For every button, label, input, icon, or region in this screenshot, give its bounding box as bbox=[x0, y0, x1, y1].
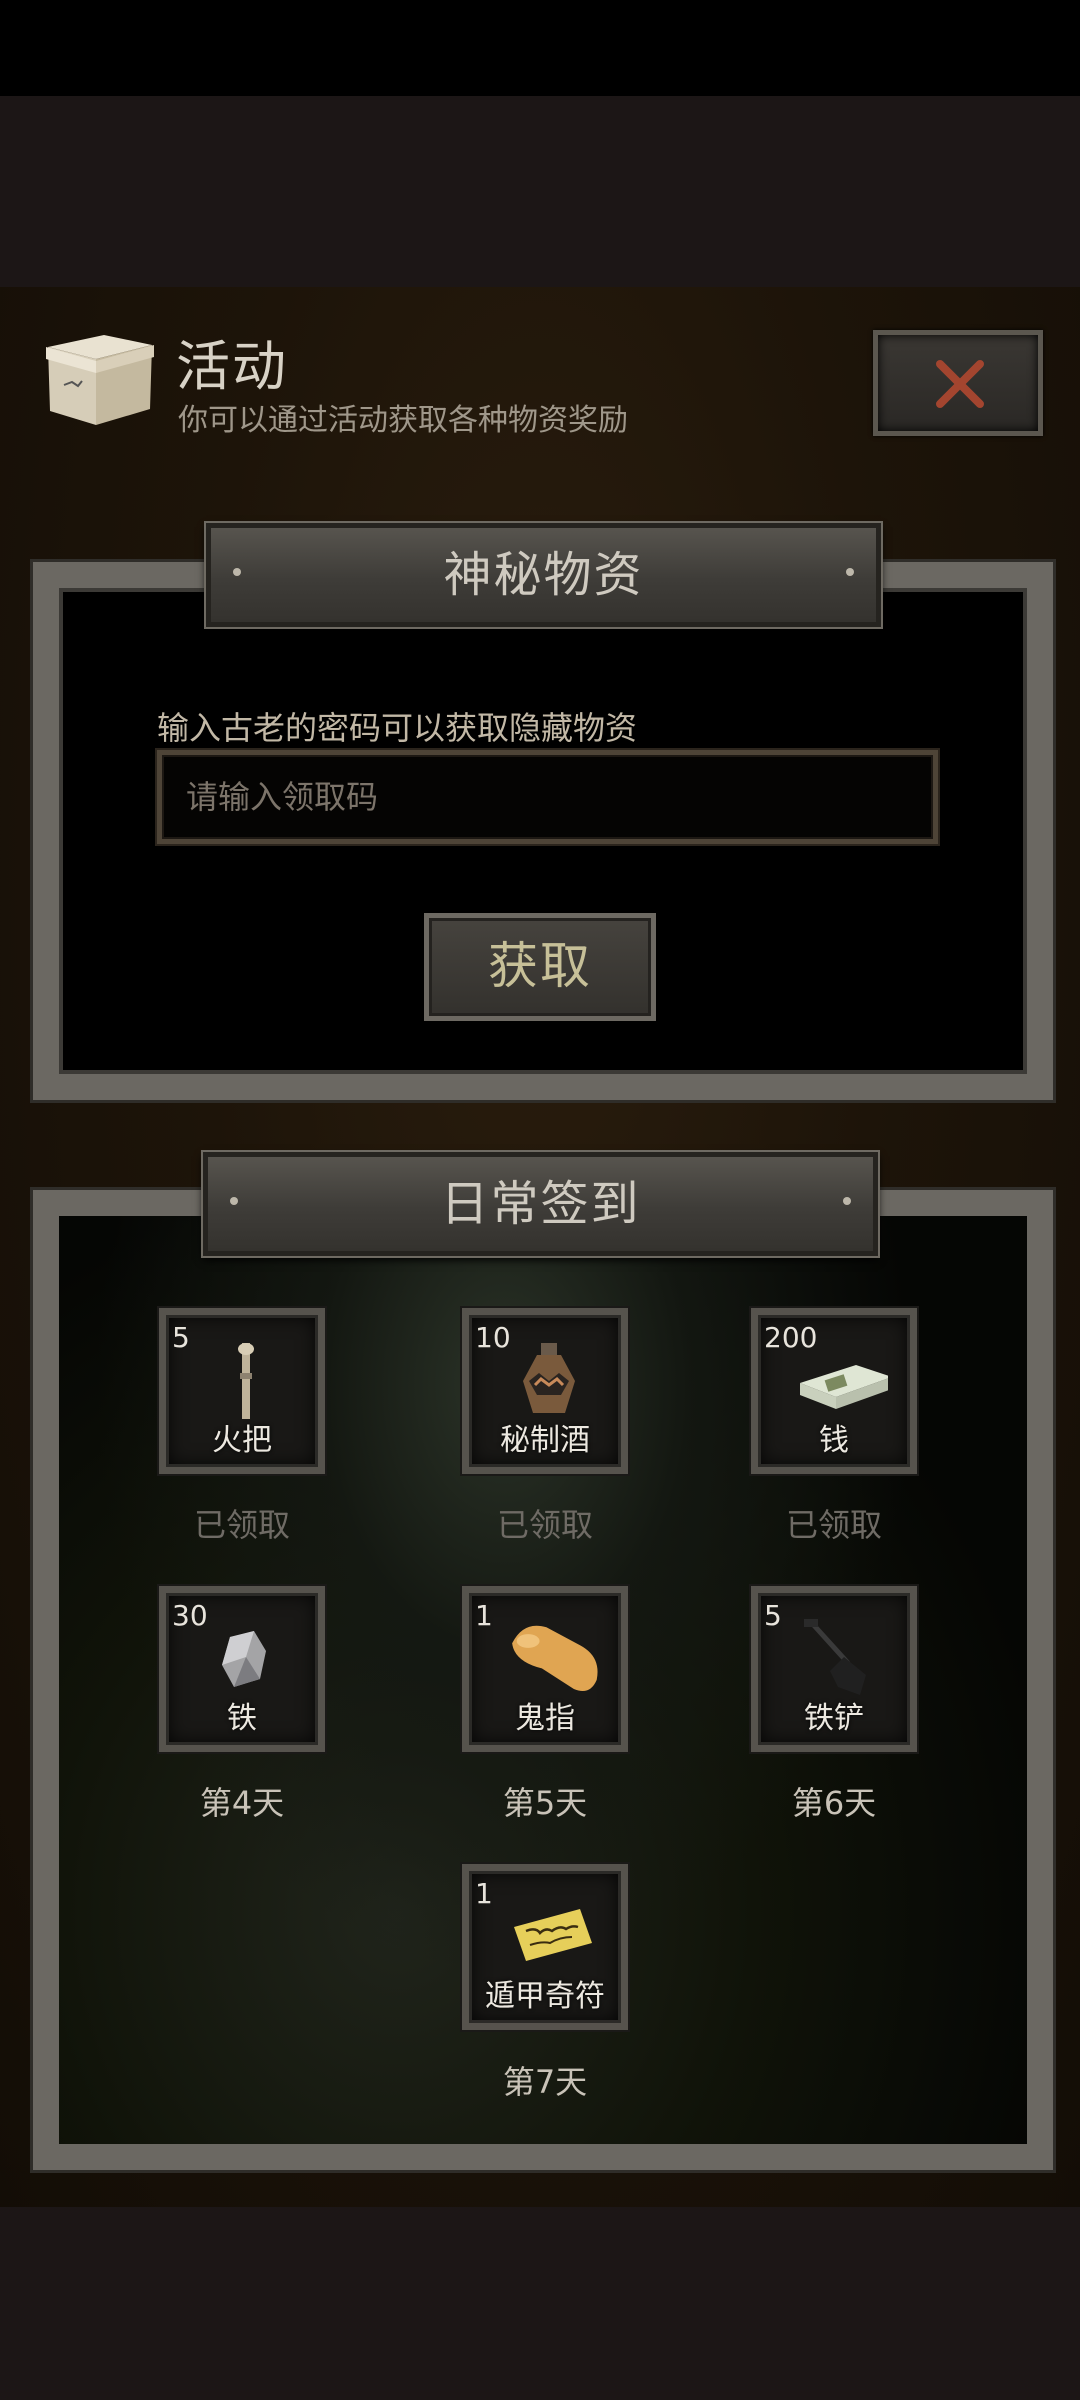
item-status: 已领取 bbox=[496, 1506, 593, 1544]
reward-slot-day5[interactable]: 1 鬼指 bbox=[462, 1586, 628, 1752]
item-count: 5 bbox=[172, 1321, 190, 1354]
item-name: 钱 bbox=[819, 1423, 849, 1458]
page-subtitle: 你可以通过活动获取各种物资奖励 bbox=[178, 403, 628, 438]
item-count: 5 bbox=[764, 1599, 782, 1632]
page-title: 活动 bbox=[176, 335, 288, 398]
redeem-button[interactable]: 获取 bbox=[424, 913, 656, 1021]
checkin-panel-title: 日常签到 bbox=[203, 1152, 878, 1256]
wine-jar-icon bbox=[523, 1343, 575, 1413]
item-count: 1 bbox=[475, 1877, 493, 1910]
iron-ore-icon bbox=[222, 1631, 266, 1687]
item-name: 遁甲奇符 bbox=[485, 1979, 605, 2014]
mystery-title-text: 神秘物资 bbox=[443, 547, 644, 603]
reward-slot-day1[interactable]: 5 火把 bbox=[159, 1308, 325, 1474]
reward-slot-day3[interactable]: 200 钱 bbox=[751, 1308, 917, 1474]
close-button[interactable] bbox=[873, 330, 1043, 436]
item-name: 鬼指 bbox=[515, 1701, 575, 1736]
item-status: 第4天 bbox=[199, 1784, 285, 1822]
reward-slot-day4[interactable]: 30 铁 bbox=[159, 1586, 325, 1752]
reward-slot-day6[interactable]: 5 铁铲 bbox=[751, 1586, 917, 1752]
item-status: 已领取 bbox=[785, 1506, 882, 1544]
redeem-code-input[interactable] bbox=[157, 750, 938, 844]
item-name: 铁铲 bbox=[804, 1701, 864, 1736]
ghost-finger-icon bbox=[512, 1625, 598, 1692]
mystery-panel-title: 神秘物资 bbox=[206, 523, 881, 627]
reward-slot-day2[interactable]: 10 秘制酒 bbox=[462, 1308, 628, 1474]
item-status: 第5天 bbox=[502, 1784, 588, 1822]
status-bar bbox=[0, 0, 1080, 96]
item-status: 第6天 bbox=[791, 1784, 877, 1822]
reward-slot-day7[interactable]: 1 遁甲奇符 bbox=[462, 1864, 628, 2030]
item-count: 1 bbox=[475, 1599, 493, 1632]
torch-icon bbox=[238, 1343, 254, 1419]
item-count: 30 bbox=[172, 1599, 208, 1632]
item-name: 火把 bbox=[212, 1423, 272, 1458]
checkin-title-text: 日常签到 bbox=[440, 1176, 641, 1232]
box-icon bbox=[44, 325, 156, 429]
item-count: 10 bbox=[475, 1321, 511, 1354]
item-status: 第7天 bbox=[502, 2063, 588, 2101]
shovel-icon bbox=[804, 1619, 866, 1695]
bottom-area bbox=[0, 2207, 1080, 2400]
close-icon bbox=[936, 360, 984, 408]
item-status: 已领取 bbox=[193, 1506, 290, 1544]
item-name: 秘制酒 bbox=[500, 1423, 590, 1458]
item-name: 铁 bbox=[227, 1701, 257, 1736]
code-hint: 输入古老的密码可以获取隐藏物资 bbox=[157, 709, 638, 747]
